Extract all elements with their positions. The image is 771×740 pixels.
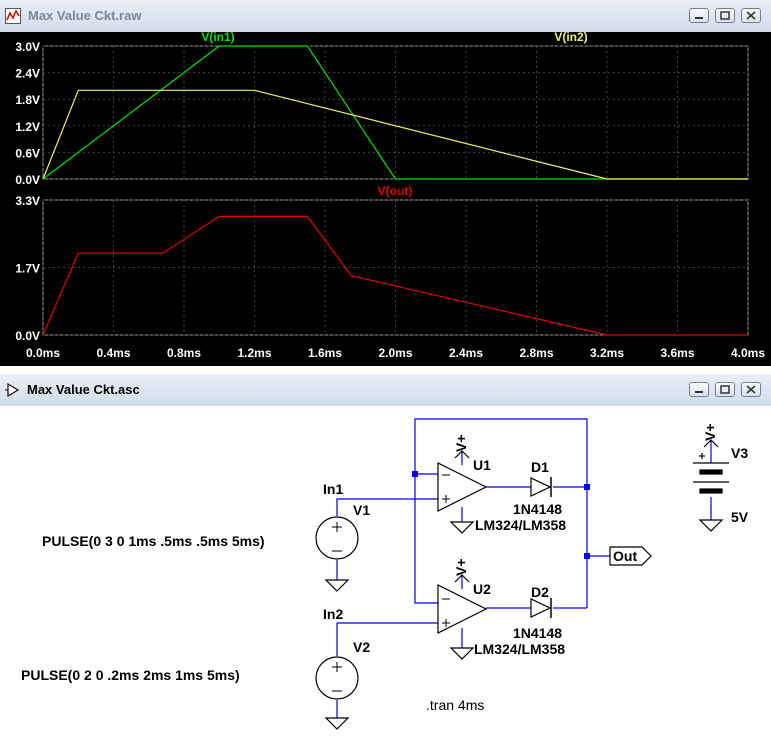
y-tick-label: 3.0V	[15, 40, 40, 54]
d2-model: 1N4148	[513, 625, 562, 641]
out-label: Out	[613, 548, 637, 564]
vplus-label-u1: V+	[453, 434, 469, 452]
voltage-source-v1[interactable]	[315, 516, 359, 560]
v3-label: V3	[731, 445, 748, 461]
u1-model: LM324/LM358	[475, 517, 566, 533]
series-line	[42, 89, 748, 180]
x-tick-label: 0.8ms	[167, 346, 201, 360]
restore-icon	[720, 11, 730, 20]
u2-label: U2	[473, 581, 491, 597]
minimize-button[interactable]	[689, 8, 709, 23]
y-tick-label: 0.0V	[15, 329, 40, 343]
x-tick-label: 0.4ms	[96, 346, 130, 360]
tran-directive[interactable]: .tran 4ms	[426, 697, 484, 713]
net-label-in2: In2	[323, 606, 343, 622]
x-tick-label: 1.6ms	[308, 346, 342, 360]
x-tick-label: 2.8ms	[519, 346, 553, 360]
trace-label[interactable]: V(in2)	[554, 32, 587, 44]
diode-d2[interactable]	[530, 598, 552, 618]
voltage-source-v2[interactable]	[315, 656, 359, 700]
schematic-app-icon	[5, 382, 20, 398]
waveform-plot-area[interactable]: 3.0V 2.4V 1.8V 1.2V 0.6V 0.0V V(in1) V(in2) 3.3V…	[0, 32, 771, 366]
x-tick-label: 2.4ms	[449, 346, 483, 360]
junction-dot	[412, 471, 418, 477]
close-button[interactable]	[741, 382, 761, 397]
close-icon	[746, 385, 756, 394]
diode-d1[interactable]	[530, 477, 552, 497]
net-label-in1: In1	[323, 481, 343, 497]
minimize-button[interactable]	[689, 382, 709, 397]
trace-label[interactable]: V(out)	[378, 184, 413, 198]
u2-model: LM324/LM358	[474, 641, 565, 657]
waveform-window-title: Max Value Ckt.raw	[28, 8, 142, 23]
x-tick-label: 1.2ms	[237, 346, 271, 360]
wires	[336, 418, 712, 718]
waveform-titlebar[interactable]: Max Value Ckt.raw	[0, 0, 771, 33]
d1-label: D1	[531, 459, 549, 475]
y-tick-label: 0.0V	[15, 173, 40, 187]
waveform-window: Max Value Ckt.raw 3.0V 2.4V 1.8V 1.2V 0.6V 0.…	[0, 0, 771, 366]
x-tick-label: 3.6ms	[660, 346, 694, 360]
vplus-label-u2: V+	[453, 558, 469, 576]
schematic-canvas[interactable]: In1 In2 V1 V2 PULSE(0 3 0 1ms .5ms .5ms …	[0, 406, 771, 740]
u1-label: U1	[473, 457, 491, 473]
restore-icon	[720, 385, 730, 394]
d1-model: 1N4148	[513, 501, 562, 517]
v2-value: PULSE(0 2 0 .2ms 2ms 1ms 5ms)	[21, 667, 240, 683]
minimize-icon	[695, 17, 703, 19]
plot-layer: 3.0V 2.4V 1.8V 1.2V 0.6V 0.0V V(in1) V(in2) 3.3V…	[15, 32, 765, 360]
schematic-window: Max Value Ckt.asc In1 In2 V1 V2 PULSE(0 …	[0, 374, 771, 740]
v3-value: 5V	[731, 509, 749, 525]
y-tick-label: 1.2V	[15, 120, 40, 134]
y-tick-label: 1.7V	[15, 262, 40, 276]
schematic-window-title: Max Value Ckt.asc	[27, 382, 140, 397]
waveform-app-icon	[5, 8, 21, 24]
vplus-label-v3: V+	[702, 423, 718, 441]
schematic-titlebar[interactable]: Max Value Ckt.asc	[0, 374, 771, 407]
v2-label: V2	[353, 639, 370, 655]
minimize-icon	[695, 391, 703, 393]
trace-label[interactable]: V(in1)	[201, 32, 234, 44]
v1-label: V1	[353, 502, 370, 518]
close-button[interactable]	[741, 8, 761, 23]
y-tick-label: 2.4V	[15, 67, 40, 81]
junction-dot	[584, 484, 590, 490]
x-tick-label: 0.0ms	[26, 346, 60, 360]
y-tick-label: 0.6V	[15, 146, 40, 160]
x-tick-label: 2.0ms	[378, 346, 412, 360]
y-tick-label: 3.3V	[15, 194, 40, 208]
junction-dot	[584, 553, 590, 559]
d2-label: D2	[531, 584, 549, 600]
restore-button[interactable]	[715, 8, 735, 23]
y-tick-label: 1.8V	[15, 93, 40, 107]
x-tick-label: 3.2ms	[590, 346, 624, 360]
v1-value: PULSE(0 3 0 1ms .5ms .5ms 5ms)	[42, 533, 265, 549]
restore-button[interactable]	[715, 382, 735, 397]
close-icon	[746, 11, 756, 20]
x-tick-label: 4.0ms	[731, 346, 765, 360]
